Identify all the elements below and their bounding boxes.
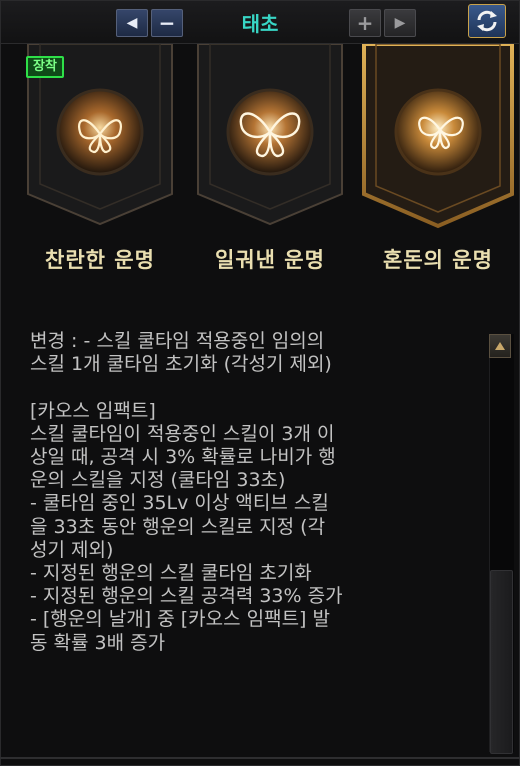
chevron-right-icon: ▶	[394, 15, 406, 31]
description-text: 변경 : - 스킬 쿨타임 적용중인 임의의 스킬 1개 쿨타임 초기화 (각성기…	[0, 330, 488, 655]
destiny-card-list: 찬란한 운명 장착 일궈낸 운명 혼돈의 운명	[0, 44, 520, 284]
refresh-button[interactable]	[468, 4, 506, 38]
description-line: 상일 때, 공격 시 3% 확률로 나비가 행	[30, 446, 336, 468]
triangle-up-icon	[495, 342, 505, 350]
destiny-card-radiant[interactable]: 찬란한 운명	[20, 44, 180, 284]
description-line: 운의 스킬을 지정 (쿨타임 33초)	[30, 469, 286, 492]
description-line: 스킬 1개 쿨타임 초기화 (각성기 제외)	[30, 353, 332, 376]
card-banner-selected	[362, 44, 514, 229]
card-banner	[197, 44, 343, 226]
description-line: 동 확률 3배 증가	[30, 631, 166, 654]
prev-button[interactable]: ◀	[116, 9, 148, 37]
equipped-badge: 장착	[26, 56, 64, 78]
description-line: - 쿨타임 중인 35Lv 이상 액티브 스킬	[30, 492, 329, 515]
page-title: 태초	[241, 12, 279, 36]
destiny-card-chaos[interactable]: 혼돈의 운명	[358, 44, 518, 284]
description-line: - 지정된 행운의 스킬 쿨타임 초기화	[30, 562, 312, 585]
chevron-left-icon: ◀	[126, 15, 138, 31]
scrollbar-thumb[interactable]	[490, 570, 513, 754]
refresh-icon	[477, 10, 497, 32]
description-line: - 지정된 행운의 스킬 공격력 33% 증가	[30, 585, 343, 608]
minus-button[interactable]: −	[151, 9, 183, 37]
description-line: - [행운의 날개] 중 [카오스 임팩트] 발	[30, 608, 330, 631]
description-line: [카오스 임팩트]	[30, 399, 156, 422]
divider	[0, 757, 520, 759]
header-bar: ◀ − 태초 + ▶	[1, 1, 519, 44]
description-line: 성기 제외)	[30, 538, 114, 561]
description-line: 을 33초 동안 행운의 스킬로 지정 (각	[30, 515, 326, 538]
plus-button[interactable]: +	[349, 9, 381, 37]
scroll-up-button[interactable]	[489, 334, 511, 358]
description-line: 변경 : - 스킬 쿨타임 적용중인 임의의	[30, 330, 325, 352]
minus-icon: −	[158, 11, 176, 35]
plus-icon: +	[356, 11, 374, 35]
next-button[interactable]: ▶	[384, 9, 416, 37]
destiny-card-earned[interactable]: 일궈낸 운명	[190, 44, 350, 284]
card-label: 혼돈의 운명	[383, 248, 493, 272]
description-panel: 변경 : - 스킬 쿨타임 적용중인 임의의 스킬 1개 쿨타임 초기화 (각성기…	[0, 330, 488, 750]
description-line: 스킬 쿨타임이 적용중인 스킬이 3개 이	[30, 422, 335, 445]
description-line	[30, 376, 488, 399]
